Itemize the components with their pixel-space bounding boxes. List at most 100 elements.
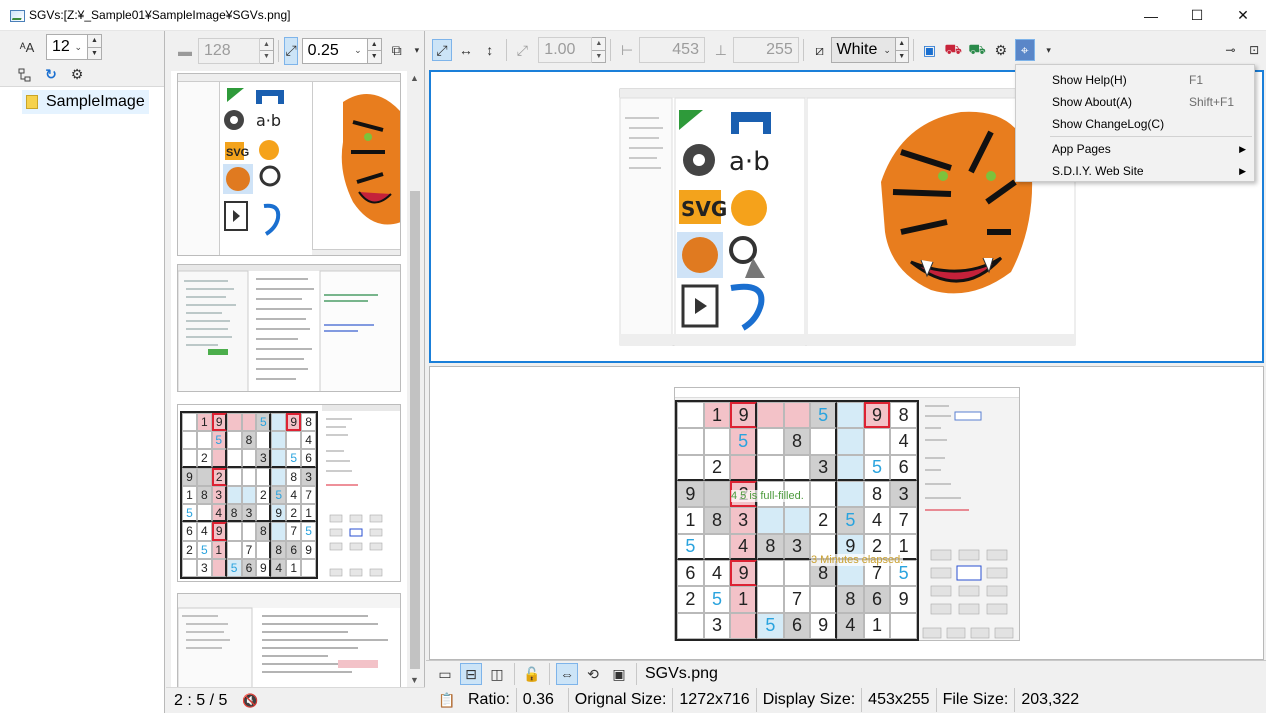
sudoku-cell (677, 454, 704, 481)
background-select[interactable]: White ⌄ (831, 37, 896, 63)
lock-icon[interactable]: 🔓 (521, 663, 543, 685)
thumb-zoom-field[interactable]: 0.25 ⌄ (301, 37, 368, 64)
image-icon[interactable]: ▣ (920, 39, 940, 61)
fit-width-icon[interactable]: ↔ (456, 39, 476, 61)
thumb-zoom-spinner[interactable]: 0.25 ⌄ ▲ ▼ (301, 37, 382, 64)
thumbnail-scrollbar[interactable]: ▲ ▼ (407, 71, 423, 687)
sudoku-cell: 9 (256, 558, 272, 577)
close-button[interactable]: ✕ (1220, 0, 1266, 31)
sudoku-cell: 6 (890, 454, 917, 481)
sudoku-cell (783, 402, 811, 429)
menu-item-show-about[interactable]: Show About(A) Shift+F1 (1016, 91, 1254, 113)
sudoku-cell: 3 (301, 467, 316, 486)
sudoku-cell (182, 431, 197, 450)
height-field: 255 (732, 37, 799, 63)
chevron-down-icon[interactable]: ⌄ (354, 45, 362, 56)
overflow-chevron-icon[interactable]: ▾ (412, 40, 422, 62)
pin-icon[interactable]: ⊸ (1221, 39, 1241, 61)
thumbnail-item[interactable]: 1959858423569283183254754839216498752517… (177, 404, 401, 582)
thumbnail-list[interactable]: a·b SVG 1 9 5 9 8 5 8 4 2 3 5 6 9 2 8 3 … (171, 71, 407, 687)
menu-item-show-changelog[interactable]: Show ChangeLog(C) (1016, 113, 1254, 135)
fullscreen-icon[interactable]: ⊡ (1244, 39, 1264, 61)
sudoku-cell (271, 449, 287, 468)
refresh-icon[interactable]: ↻ (40, 64, 62, 86)
tree-item-sampleimage[interactable]: SampleImage (22, 90, 149, 114)
image-view-secondary[interactable]: 1959858423569283183254754839216498752517… (429, 366, 1264, 660)
sudoku-cell: 5 (196, 540, 212, 559)
sudoku-cell (211, 449, 227, 468)
display-size-value: 453x255 (862, 688, 937, 712)
window-title: SGVs:[Z:¥_Sample01¥SampleImage¥SGVs.png] (29, 8, 291, 22)
thumb-zoom-stepper[interactable]: ▲ ▼ (367, 37, 382, 64)
gear-icon[interactable]: ⚙ (991, 39, 1011, 61)
sudoku-cell (271, 431, 287, 450)
overflow-chevron-icon[interactable]: ▾ (1039, 39, 1059, 61)
sudoku-cell (677, 402, 704, 429)
thumb-size-icon: ▬ (178, 42, 192, 59)
current-file-name: SGVs.png (645, 665, 718, 682)
font-size-stepper[interactable]: ▲ ▼ (88, 34, 102, 60)
thumbnail-toolbar: ▬ 128 ▲ ▼ ⤢ 0.25 ⌄ ▲ ▼ ⧉ ▾ (166, 31, 424, 70)
fit-window-icon[interactable]: ⤢ (432, 39, 452, 61)
sudoku-cell: 3 (211, 485, 227, 505)
maximize-button[interactable]: ☐ (1174, 0, 1220, 31)
svg-text:a·b: a·b (729, 147, 770, 177)
split-horizontal-icon[interactable]: ⊟ (460, 663, 482, 685)
sudoku-cell: 9 (271, 504, 287, 523)
sudoku-cell (756, 402, 784, 429)
sudoku-cell: 8 (756, 533, 784, 560)
chevron-down-icon[interactable]: ⌄ (883, 45, 891, 56)
fit-height-icon[interactable]: ↕ (480, 39, 500, 61)
sudoku-cell: 6 (301, 449, 316, 468)
sudoku-cell (301, 558, 316, 577)
tree-view-icon[interactable] (14, 64, 36, 86)
slideshow-red-icon[interactable]: ⛟ (943, 39, 963, 61)
font-size-field[interactable]: 12 ⌄ (46, 34, 88, 60)
sudoku-cell: 5 (677, 533, 704, 560)
scrollbar-thumb[interactable] (410, 191, 420, 669)
thumbnail-item[interactable] (177, 264, 401, 392)
width-field: 453 (639, 37, 705, 63)
sudoku-cell: 8 (836, 586, 864, 613)
minimize-button[interactable]: — (1128, 0, 1174, 31)
chevron-down-icon[interactable]: ⌄ (74, 42, 82, 53)
menu-item-show-help[interactable]: Show Help(H) F1 (1016, 69, 1254, 91)
font-size-icon: ᴬA (19, 39, 35, 55)
sudoku-cell: 6 (783, 612, 811, 639)
sudoku-cell: 7 (286, 522, 302, 541)
sudoku-cell: 3 (256, 449, 272, 468)
menu-item-shortcut: F1 (1189, 73, 1204, 87)
sudoku-cell (756, 428, 784, 455)
original-size-value: 1272x716 (673, 688, 757, 712)
sudoku-cell: 1 (730, 586, 757, 613)
image-swap-icon[interactable]: ▣ (608, 663, 630, 685)
thumbnail-panel: ▬ 128 ▲ ▼ ⤢ 0.25 ⌄ ▲ ▼ ⧉ ▾ a·b SVG 1 9 5… (166, 31, 425, 713)
clipboard-icon[interactable]: 📋 (436, 689, 458, 711)
thumbnail-item[interactable] (177, 593, 401, 687)
menu-item-app-pages[interactable]: App Pages ▶ (1016, 138, 1254, 160)
sudoku-overlay-message-2: 3 Minutes elapsed. (811, 554, 904, 566)
split-vertical-icon[interactable]: ◫ (486, 663, 508, 685)
sudoku-window-preview: 1959858423569283183254754839216498752517… (674, 387, 1020, 641)
single-view-icon[interactable]: ▭ (434, 663, 456, 685)
mute-icon[interactable]: 🔇 (239, 690, 261, 712)
background-stepper[interactable]: ▲ ▼ (895, 37, 909, 63)
toolbar-separator (514, 663, 515, 685)
menu-item-shortcut: Shift+F1 (1189, 95, 1235, 109)
help-menu-icon[interactable]: ⌖ (1014, 39, 1035, 61)
window-controls: — ☐ ✕ (1128, 0, 1266, 31)
menu-item-web-site[interactable]: S.D.I.Y. Web Site ▶ (1016, 160, 1254, 182)
sudoku-cell (810, 586, 837, 613)
sudoku-cell: 8 (271, 540, 287, 559)
zoom-mode-icon[interactable]: ⤢ (284, 36, 298, 65)
sudoku-cell: 7 (301, 485, 316, 505)
ratio-field: 1.00 (538, 37, 593, 63)
slideshow-green-icon[interactable]: ⛟ (967, 39, 987, 61)
thumbnail-item[interactable]: a·b SVG (177, 73, 401, 256)
sudoku-cell: 8 (301, 413, 316, 432)
font-size-spinner[interactable]: 12 ⌄ ▲ ▼ (46, 34, 102, 60)
sync-view-icon[interactable]: ⇔ (556, 663, 578, 685)
gear-icon[interactable]: ⚙ (66, 64, 88, 86)
fit-toggle-icon[interactable]: ⧉ (392, 40, 402, 62)
compare-icon[interactable]: ⟲ (582, 663, 604, 685)
